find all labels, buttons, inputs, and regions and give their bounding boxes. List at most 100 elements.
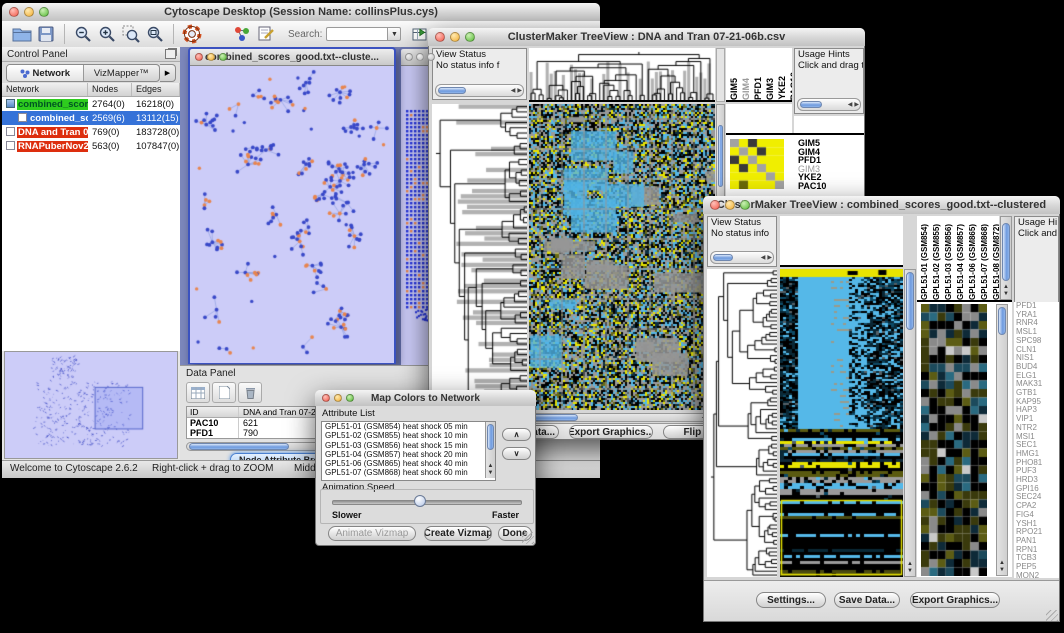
scroll-arrows[interactable]: ▲▼ <box>1001 284 1011 298</box>
attribute-item[interactable]: GPL51-04 (GSM857) heat shock 20 min <box>322 450 495 459</box>
attribute-listbox[interactable]: GPL51-01 (GSM854) heat shock 05 minGPL51… <box>321 421 496 481</box>
tab-vizmapper[interactable]: VizMapper™ <box>84 65 160 81</box>
tv1-hints-scrollbar[interactable]: ◀ ▶ <box>797 98 861 111</box>
tv1-row-dendrogram[interactable] <box>432 104 527 410</box>
save-icon[interactable] <box>34 23 58 45</box>
tv2-heatmap[interactable] <box>780 269 903 577</box>
zoom-out-icon[interactable] <box>71 23 95 45</box>
zoom-window-icon[interactable] <box>465 32 475 42</box>
scroll-arrows[interactable]: ▲▼ <box>997 560 1007 574</box>
dialog-titlebar[interactable]: Map Colors to Network <box>315 390 536 407</box>
network-row[interactable]: DNA and Tran 07 769(0) 183728(0) <box>2 125 180 139</box>
tv1-titlebar[interactable]: ClusterMaker TreeView : DNA and Tran 07-… <box>428 28 865 47</box>
minimize-icon[interactable] <box>24 7 34 17</box>
scroll-thumb[interactable] <box>1002 223 1010 281</box>
export-graphics-button[interactable]: Export Graphics... <box>910 592 1000 608</box>
tv2-vscrollbar[interactable]: ▲▼ <box>904 269 916 577</box>
network-row[interactable]: combined_scores_ 2764(0) 16218(0) <box>2 97 180 111</box>
zoom-window-icon[interactable] <box>427 53 435 61</box>
scroll-arrows[interactable]: ▲▼ <box>905 561 915 575</box>
create-vizmap-button[interactable]: Create Vizmap <box>424 526 492 541</box>
move-down-button[interactable]: ∨ <box>502 447 531 460</box>
resize-grip[interactable] <box>1046 610 1058 622</box>
add-node-icon[interactable] <box>230 23 254 45</box>
move-up-button[interactable]: ∧ <box>502 428 531 441</box>
network-view-titlebar[interactable]: combined_scores_good.txt--cluste... <box>190 49 394 66</box>
scroll-right-icon[interactable]: ▶ <box>766 254 773 261</box>
scroll-arrows[interactable]: ▲▼ <box>486 463 495 477</box>
close-icon[interactable] <box>195 53 203 61</box>
float-panel-icon[interactable] <box>165 49 176 59</box>
attribute-item[interactable]: GPL51-02 (GSM855) heat shock 10 min <box>322 431 495 440</box>
tv1-column-dendrogram[interactable] <box>529 48 715 102</box>
scroll-left-icon[interactable]: ◀ <box>760 254 767 261</box>
main-titlebar[interactable]: Cytoscape Desktop (Session Name: collins… <box>2 3 600 22</box>
close-icon[interactable] <box>405 53 413 61</box>
attribute-item[interactable]: GPL51-01 (GSM854) heat shock 05 min <box>322 422 495 431</box>
minimize-icon[interactable] <box>416 53 424 61</box>
birdseye-view[interactable] <box>4 351 178 459</box>
zoom-in-icon[interactable] <box>95 23 119 45</box>
network-view-window[interactable]: combined_scores_good.txt--cluste... <box>188 47 396 364</box>
search-dropdown-icon[interactable]: ▼ <box>388 27 401 41</box>
tv2-row-dendrogram[interactable] <box>707 269 777 577</box>
minimize-icon[interactable] <box>725 200 735 210</box>
resize-grip[interactable] <box>522 532 534 544</box>
attribute-item[interactable]: GPL51-06 (GSM865) heat shock 40 min <box>322 459 495 468</box>
network-canvas[interactable] <box>190 66 394 363</box>
close-icon[interactable] <box>710 200 720 210</box>
network-row[interactable]: combined_sco 2569(6) 13112(15) <box>2 111 180 125</box>
animate-vizmap-button[interactable]: Animate Vizmap <box>328 526 416 541</box>
scroll-thumb[interactable] <box>532 414 578 421</box>
help-lifebuoy-icon[interactable] <box>180 23 204 45</box>
more-tabs-icon[interactable]: ▶ <box>160 64 176 82</box>
close-icon[interactable] <box>9 7 19 17</box>
new-document-icon[interactable] <box>212 382 236 403</box>
scroll-left-icon[interactable]: ◀ <box>510 87 517 94</box>
tv1-heatmap[interactable] <box>529 104 715 410</box>
annotation-icon[interactable] <box>254 23 278 45</box>
zoom-selected-icon[interactable] <box>119 23 143 45</box>
search-input[interactable] <box>326 27 388 41</box>
birdseye-canvas[interactable] <box>5 352 175 456</box>
save-data-button[interactable]: Save Data... <box>834 592 900 608</box>
export-graphics-button[interactable]: Export Graphics... <box>569 425 653 439</box>
tv2-status-scrollbar[interactable]: ◀ ▶ <box>710 251 774 264</box>
scroll-thumb[interactable] <box>713 254 733 261</box>
zoom-window-icon[interactable] <box>219 53 227 61</box>
trash-icon[interactable] <box>238 382 262 403</box>
zoom-window-icon[interactable] <box>39 7 49 17</box>
close-icon[interactable] <box>322 394 330 402</box>
attribute-item[interactable]: GPL51-03 (GSM856) heat shock 15 min <box>322 441 495 450</box>
network-row[interactable]: RNAPuberNov2+ 563(0) 107847(0) <box>2 139 180 153</box>
tv2-zoom-heatmap[interactable] <box>921 304 987 576</box>
scroll-right-icon[interactable]: ▶ <box>516 87 523 94</box>
zoom-window-icon[interactable] <box>346 394 354 402</box>
scroll-thumb[interactable] <box>718 125 723 187</box>
close-icon[interactable] <box>435 32 445 42</box>
scroll-thumb[interactable] <box>998 307 1006 335</box>
open-folder-icon[interactable] <box>10 23 34 45</box>
tv2-column-dendrogram[interactable] <box>780 216 903 267</box>
minimize-icon[interactable] <box>207 53 215 61</box>
tv1-hscrollbar[interactable]: ◀ ▶ <box>529 413 715 422</box>
minimize-icon[interactable] <box>334 394 342 402</box>
scroll-thumb[interactable] <box>189 443 289 450</box>
minimize-icon[interactable] <box>450 32 460 42</box>
table-icon[interactable] <box>186 382 210 403</box>
tv2-label-scrollbar[interactable]: ▲▼ <box>1000 216 1012 300</box>
tab-network[interactable]: Network <box>7 65 84 81</box>
scroll-thumb[interactable] <box>487 424 494 450</box>
tv2-zoom-scrollbar[interactable]: ▲▼ <box>996 304 1008 576</box>
scroll-thumb[interactable] <box>438 87 466 94</box>
scroll-left-icon[interactable]: ◀ <box>847 101 854 108</box>
animation-speed-slider[interactable] <box>332 500 522 505</box>
zoom-window-icon[interactable] <box>740 200 750 210</box>
settings-button[interactable]: Settings... <box>756 592 826 608</box>
attribute-item[interactable]: GPL51-07 (GSM868) heat shock 60 min <box>322 468 495 477</box>
scroll-thumb[interactable] <box>800 101 822 108</box>
tv1-zoom-heatmap[interactable] <box>730 139 784 189</box>
slider-thumb[interactable] <box>414 495 426 507</box>
listbox-scrollbar[interactable]: ▲▼ <box>485 422 495 478</box>
tv2-titlebar[interactable]: ClusterMaker TreeView : combined_scores_… <box>703 196 1060 215</box>
